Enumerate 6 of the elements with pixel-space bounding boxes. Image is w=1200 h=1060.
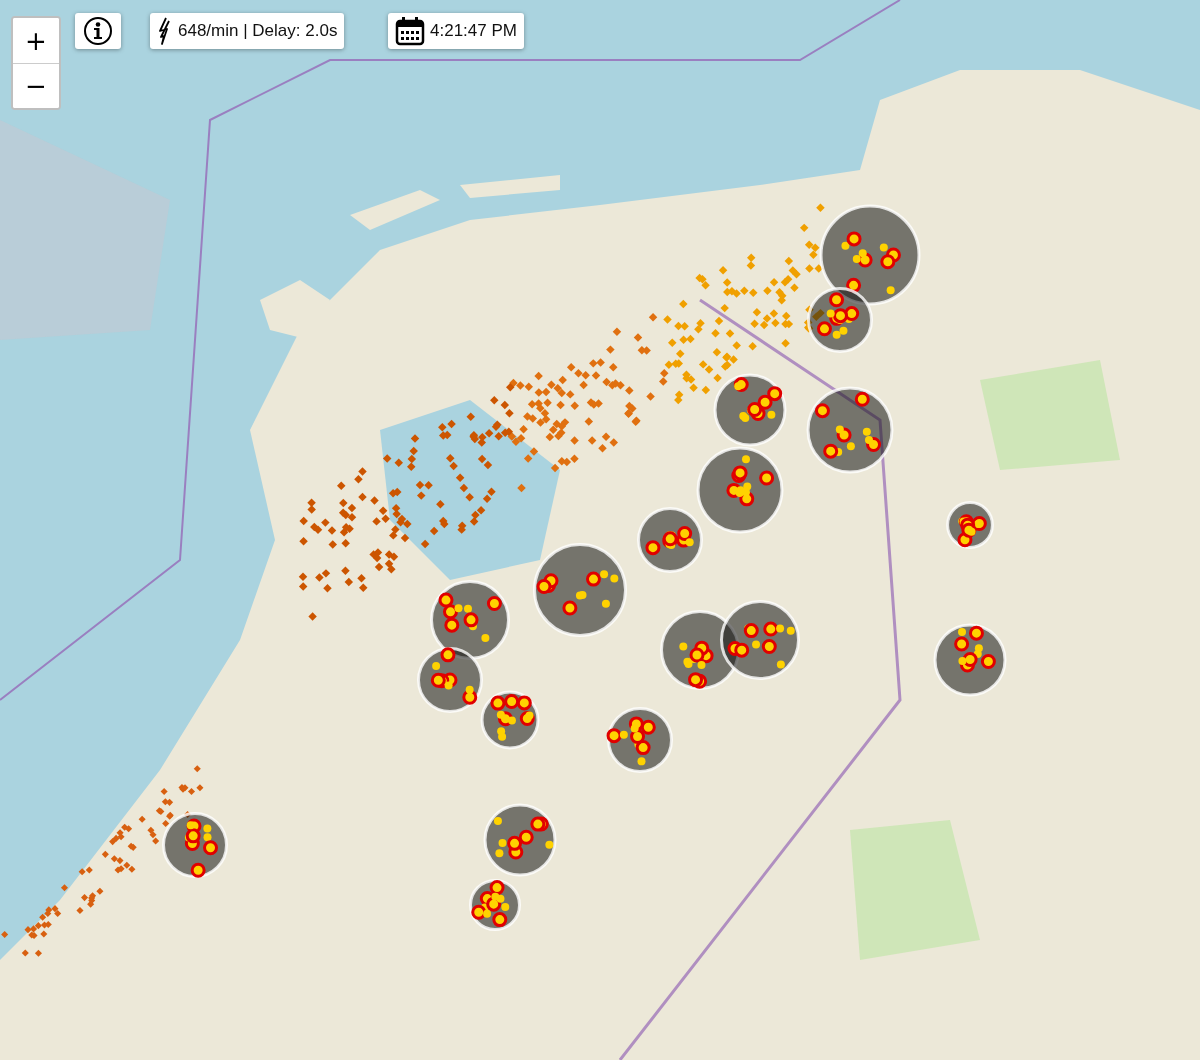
clock-time: 4:21:47 PM <box>430 21 517 41</box>
zoom-out-button[interactable]: − <box>13 63 59 108</box>
strike-rate-text: 648/min | Delay: 2.0s <box>178 21 338 41</box>
info-button[interactable] <box>75 13 121 49</box>
lightning-icon <box>157 17 173 45</box>
calendar-icon <box>395 16 425 46</box>
